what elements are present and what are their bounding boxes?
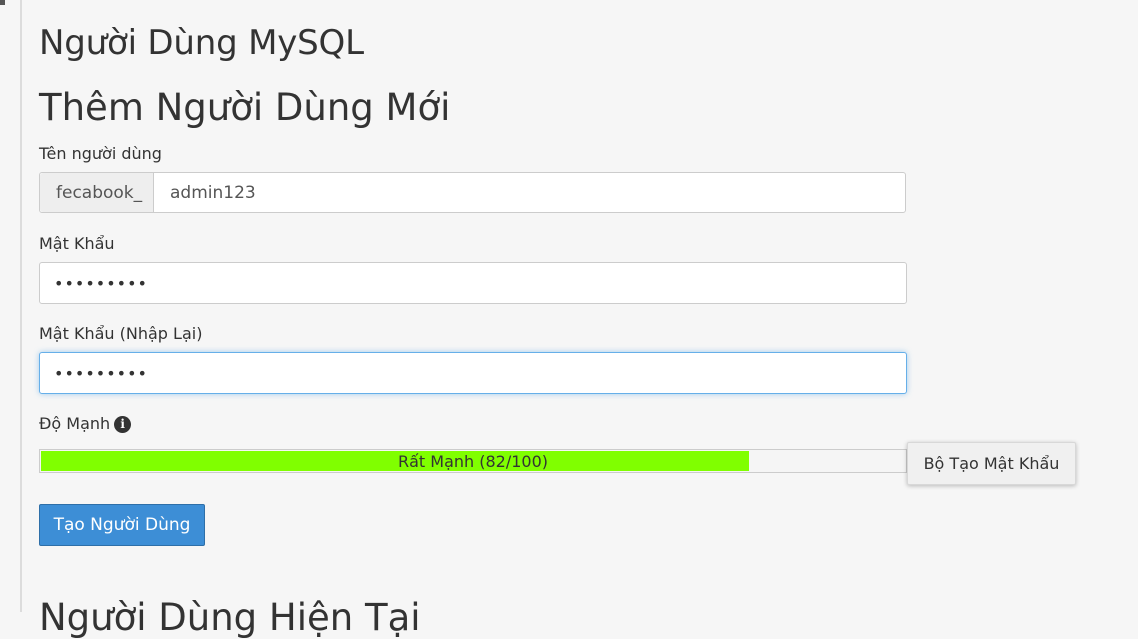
left-panel-handle	[0, 0, 5, 5]
current-users-title: Người Dùng Hiện Tại	[39, 596, 421, 639]
strength-meter-text: Rất Mạnh (82/100)	[397, 451, 549, 471]
username-prefix: fecabook_	[40, 173, 154, 212]
info-icon[interactable]: i	[114, 416, 132, 433]
password-confirm-label: Mật Khẩu (Nhập Lại)	[39, 324, 203, 343]
password-generator-button[interactable]: Bộ Tạo Mật Khẩu	[907, 442, 1076, 485]
password-confirm-input[interactable]: •••••••••	[39, 352, 907, 394]
username-input[interactable]: admin123	[154, 173, 905, 212]
username-input-group: fecabook_ admin123	[39, 172, 906, 213]
strength-label-row: Độ Mạnh i	[39, 414, 132, 433]
create-user-button[interactable]: Tạo Người Dùng	[39, 504, 205, 546]
strength-meter: Rất Mạnh (82/100)	[39, 449, 907, 473]
left-panel-border	[0, 0, 22, 612]
strength-label: Độ Mạnh	[39, 414, 111, 433]
section-title: Thêm Người Dùng Mới	[39, 86, 451, 129]
page-title: Người Dùng MySQL	[39, 23, 364, 63]
password-label: Mật Khẩu	[39, 234, 115, 253]
password-input[interactable]: •••••••••	[39, 262, 907, 304]
username-label: Tên người dùng	[39, 144, 162, 163]
